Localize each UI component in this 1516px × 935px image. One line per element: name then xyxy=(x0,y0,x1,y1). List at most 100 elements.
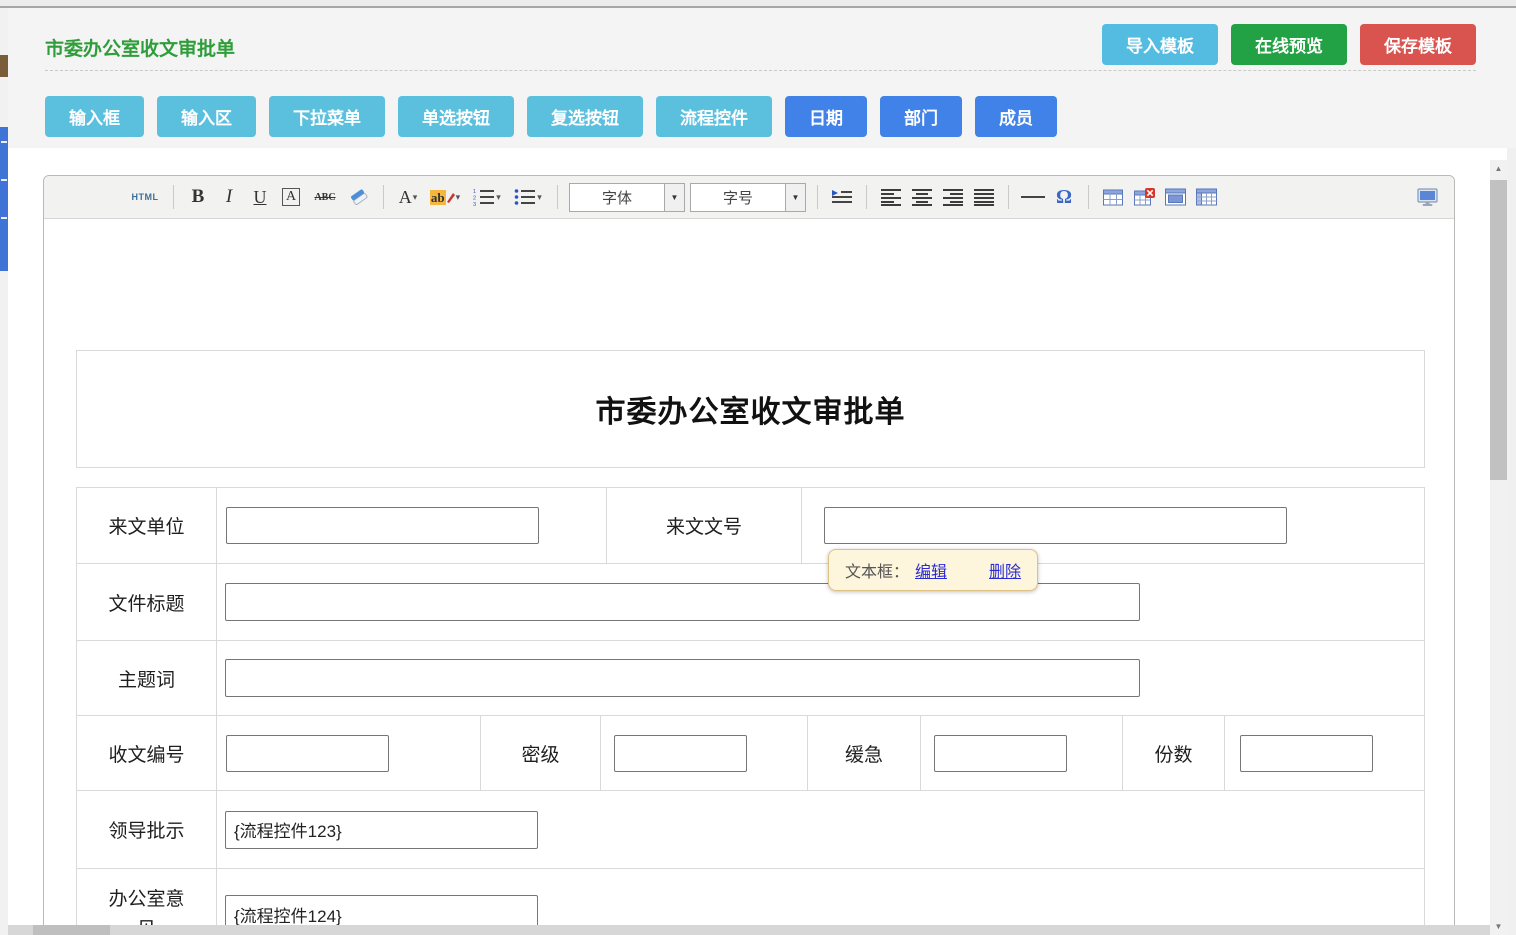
receipt-number-input[interactable] xyxy=(226,735,389,772)
toolbar-separator xyxy=(383,185,384,209)
field-cell xyxy=(216,791,1424,868)
label-security-level: 密级 xyxy=(480,716,600,790)
table-row: 主题词 xyxy=(77,640,1424,715)
vertical-scrollbar[interactable]: ▲ ▼ xyxy=(1490,160,1507,935)
chevron-down-icon: ▼ xyxy=(664,184,684,211)
label-urgency: 缓急 xyxy=(807,716,920,790)
widget-flow-control-button[interactable]: 流程控件 xyxy=(656,96,772,137)
widget-textarea-button[interactable]: 输入区 xyxy=(157,96,256,137)
chevron-down-icon: ▼ xyxy=(785,184,805,211)
toolbar-separator xyxy=(1088,185,1089,209)
toolbar-separator xyxy=(866,185,867,209)
label-subject-words: 主题词 xyxy=(77,641,216,715)
horizontal-rule-icon[interactable] xyxy=(1020,184,1046,210)
header-divider xyxy=(45,70,1476,71)
table-row: 来文单位 来文文号 xyxy=(77,488,1424,563)
unordered-list-icon[interactable]: ▾ xyxy=(510,184,546,210)
label-leader-instructions: 领导批示 xyxy=(77,791,216,868)
background-fragment xyxy=(0,55,8,77)
copies-input[interactable] xyxy=(1240,735,1373,772)
toolbar-separator xyxy=(173,185,174,209)
widget-radio-button[interactable]: 单选按钮 xyxy=(398,96,514,137)
field-cell xyxy=(216,641,1424,715)
html-source-icon[interactable]: HTML xyxy=(128,184,162,210)
window-bottom-edge xyxy=(8,925,1490,935)
horizontal-scrollbar-fragment xyxy=(33,925,110,935)
incoming-doc-number-input[interactable] xyxy=(824,507,1287,544)
save-template-button[interactable]: 保存模板 xyxy=(1360,24,1476,65)
table-row: 领导批示 xyxy=(77,790,1424,868)
form-table: 来文单位 来文文号 文件标题 主题词 xyxy=(76,487,1425,935)
field-cell xyxy=(1224,716,1424,790)
font-style-icon[interactable]: A xyxy=(278,184,304,210)
form-title-box: 市委办公室收文审批单 xyxy=(76,350,1425,468)
svg-text:1: 1 xyxy=(473,189,476,195)
label-receipt-number: 收文编号 xyxy=(77,716,216,790)
widget-input-box-button[interactable]: 输入框 xyxy=(45,96,144,137)
label-copies: 份数 xyxy=(1122,716,1224,790)
align-center-icon[interactable] xyxy=(909,184,935,210)
background-fragment xyxy=(0,127,8,271)
widget-checkbox-button[interactable]: 复选按钮 xyxy=(527,96,643,137)
ordered-list-icon[interactable]: 123 ▾ xyxy=(469,184,505,210)
underline-icon[interactable]: U xyxy=(247,184,273,210)
scroll-up-icon[interactable]: ▲ xyxy=(1490,160,1507,177)
window-right-edge xyxy=(1507,148,1516,935)
align-justify-icon[interactable] xyxy=(971,184,997,210)
widget-department-button[interactable]: 部门 xyxy=(880,96,962,137)
rich-text-editor: HTML B I U A ABC A▾ ab ▾ 123 ▾ ▾ 字体 ▼ xyxy=(43,175,1455,935)
security-level-input[interactable] xyxy=(614,735,747,772)
fullscreen-preview-icon[interactable] xyxy=(1414,184,1440,210)
font-size-select[interactable]: 字号 ▼ xyxy=(690,183,806,212)
leader-instructions-input[interactable] xyxy=(225,811,538,849)
align-right-icon[interactable] xyxy=(940,184,966,210)
delete-table-icon[interactable] xyxy=(1131,184,1157,210)
urgency-input[interactable] xyxy=(934,735,1067,772)
widget-dropdown-button[interactable]: 下拉菜单 xyxy=(269,96,385,137)
tooltip-label: 文本框： xyxy=(845,558,909,582)
online-preview-button[interactable]: 在线预览 xyxy=(1231,24,1347,65)
italic-icon[interactable]: I xyxy=(216,184,242,210)
editor-canvas[interactable]: 市委办公室收文审批单 来文单位 来文文号 文件标题 xyxy=(44,219,1454,935)
edit-widget-link[interactable]: 编辑 xyxy=(915,558,947,582)
widget-date-button[interactable]: 日期 xyxy=(785,96,867,137)
field-cell xyxy=(216,716,480,790)
align-left-icon[interactable] xyxy=(878,184,904,210)
label-incoming-doc-number: 来文文号 xyxy=(606,488,801,563)
bold-icon[interactable]: B xyxy=(185,184,211,210)
scroll-down-icon[interactable]: ▼ xyxy=(1490,918,1507,935)
indent-icon[interactable] xyxy=(829,184,855,210)
highlight-color-icon[interactable]: ab ▾ xyxy=(426,184,464,210)
table-properties-icon[interactable] xyxy=(1193,184,1219,210)
eraser-remove-format-icon[interactable] xyxy=(346,184,372,210)
table-row: 文件标题 xyxy=(77,563,1424,640)
svg-text:2: 2 xyxy=(473,196,476,202)
label-incoming-unit: 来文单位 xyxy=(77,488,216,563)
form-title: 市委办公室收文审批单 xyxy=(596,387,906,431)
field-cell xyxy=(216,488,606,563)
cell-properties-icon[interactable] xyxy=(1162,184,1188,210)
subject-words-input[interactable] xyxy=(225,659,1140,697)
toolbar-separator xyxy=(557,185,558,209)
background-window-sliver xyxy=(0,8,8,935)
label-document-title: 文件标题 xyxy=(77,564,216,640)
incoming-unit-input[interactable] xyxy=(226,507,539,544)
insert-table-icon[interactable] xyxy=(1100,184,1126,210)
special-character-icon[interactable]: Ω xyxy=(1051,184,1077,210)
field-cell xyxy=(920,716,1122,790)
delete-widget-link[interactable]: 删除 xyxy=(989,558,1021,582)
font-color-icon[interactable]: A▾ xyxy=(395,184,421,210)
widget-toolbar: 输入框 输入区 下拉菜单 单选按钮 复选按钮 流程控件 日期 部门 成员 xyxy=(45,96,1057,137)
field-cell xyxy=(216,564,1424,640)
editor-toolbar: HTML B I U A ABC A▾ ab ▾ 123 ▾ ▾ 字体 ▼ xyxy=(44,176,1454,219)
strikethrough-icon[interactable]: ABC xyxy=(309,184,341,210)
toolbar-separator xyxy=(1008,185,1009,209)
scrollbar-thumb[interactable] xyxy=(1490,180,1507,480)
widget-member-button[interactable]: 成员 xyxy=(975,96,1057,137)
toolbar-separator xyxy=(817,185,818,209)
table-row: 收文编号 密级 缓急 份数 xyxy=(77,715,1424,790)
font-family-select[interactable]: 字体 ▼ xyxy=(569,183,685,212)
widget-hover-tooltip: 文本框： 编辑 删除 xyxy=(828,549,1038,591)
import-template-button[interactable]: 导入模板 xyxy=(1102,24,1218,65)
page-title: 市委办公室收文审批单 xyxy=(45,34,235,61)
